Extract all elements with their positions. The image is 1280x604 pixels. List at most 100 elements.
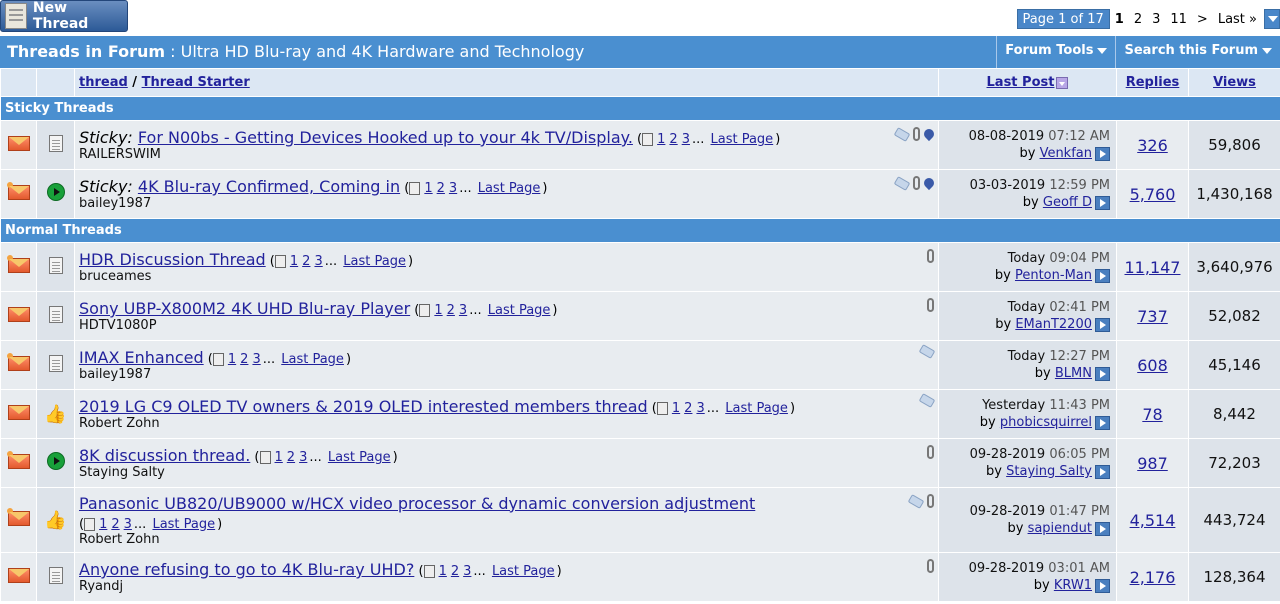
- go-to-last-post-icon[interactable]: [1095, 366, 1110, 381]
- last-post-user-link[interactable]: phobicsquirrel: [1000, 415, 1092, 430]
- thread-page-link[interactable]: 2: [111, 517, 119, 532]
- thread-page-link[interactable]: 1: [439, 564, 447, 579]
- last-post-user-link[interactable]: EManT2200: [1015, 317, 1092, 332]
- last-post-user-link[interactable]: KRW1: [1054, 578, 1092, 593]
- thread-page-link[interactable]: 3: [459, 303, 467, 318]
- last-post-user-link[interactable]: Venkfan: [1040, 146, 1092, 161]
- thread-last-page-link[interactable]: Last Page: [725, 401, 788, 416]
- page-link-11[interactable]: 11: [1165, 12, 1192, 27]
- thread-page-link[interactable]: 2: [451, 564, 459, 579]
- last-page-link[interactable]: Last »: [1213, 12, 1262, 27]
- thread-page-link[interactable]: 1: [99, 517, 107, 532]
- replies-link[interactable]: 2,176: [1130, 568, 1176, 587]
- thread-title-link[interactable]: IMAX Enhanced: [79, 348, 204, 367]
- page-link-1[interactable]: 1: [1110, 12, 1129, 27]
- thread-page-link[interactable]: 3: [299, 450, 307, 465]
- go-to-last-post-icon[interactable]: [1095, 415, 1110, 430]
- thread-title-link[interactable]: Panasonic UB820/UB9000 w/HCX video proce…: [79, 494, 755, 513]
- replies-link[interactable]: 326: [1137, 136, 1168, 155]
- thread-page-link[interactable]: 1: [657, 132, 665, 147]
- go-to-last-post-icon[interactable]: [1095, 578, 1110, 593]
- last-post-cell: 09-28-2019 01:47 PM by sapiendut: [938, 487, 1117, 553]
- page-jump-dropdown-icon[interactable]: [1264, 9, 1280, 29]
- thread-page-link[interactable]: 1: [672, 401, 680, 416]
- thread-last-page-link[interactable]: Last Page: [328, 450, 391, 465]
- replies-link[interactable]: 4,514: [1130, 511, 1176, 530]
- sort-thread-link[interactable]: thread: [79, 75, 128, 90]
- thread-title-link[interactable]: 4K Blu-ray Confirmed, Coming in: [138, 177, 400, 196]
- sort-last-post-link[interactable]: Last Post: [987, 75, 1055, 90]
- thread-page-link[interactable]: 3: [124, 517, 132, 532]
- last-post-user-link[interactable]: sapiendut: [1028, 521, 1092, 536]
- go-to-last-post-icon[interactable]: [1095, 464, 1110, 479]
- arrow-right-icon: [46, 452, 65, 470]
- thread-page-link[interactable]: 1: [228, 352, 236, 367]
- last-post-time: 02:41 PM: [1049, 300, 1110, 315]
- go-to-last-post-icon[interactable]: [1095, 146, 1110, 161]
- thread-title-link[interactable]: HDR Discussion Thread: [79, 250, 266, 269]
- thread-page-link[interactable]: 2: [684, 401, 692, 416]
- replies-link[interactable]: 78: [1142, 405, 1162, 424]
- thread-page-link[interactable]: 3: [682, 132, 690, 147]
- page-link-2[interactable]: 2: [1129, 12, 1147, 27]
- thread-page-link[interactable]: 1: [290, 254, 298, 269]
- thread-last-page-link[interactable]: Last Page: [478, 181, 541, 196]
- views-cell: 52,082: [1188, 291, 1280, 341]
- thread-page-link[interactable]: 1: [275, 450, 283, 465]
- replies-link[interactable]: 737: [1137, 307, 1168, 326]
- thread-page-link[interactable]: 1: [424, 181, 432, 196]
- thread-title-link[interactable]: Sony UBP-X800M2 4K UHD Blu-ray Player: [79, 299, 410, 318]
- replies-link[interactable]: 987: [1137, 454, 1168, 473]
- thread-page-link[interactable]: 2: [437, 181, 445, 196]
- hot-thread-envelope-icon: [6, 507, 30, 526]
- go-to-last-post-icon[interactable]: [1095, 317, 1110, 332]
- sort-views-link[interactable]: Views: [1213, 75, 1256, 90]
- search-forum-menu[interactable]: Search this Forum: [1115, 36, 1280, 68]
- thread-page-link[interactable]: 3: [696, 401, 704, 416]
- thread-page-link[interactable]: 1: [434, 303, 442, 318]
- thread-page-link[interactable]: 3: [463, 564, 471, 579]
- go-to-last-post-icon[interactable]: [1095, 268, 1110, 283]
- thread-page-link[interactable]: 3: [449, 181, 457, 196]
- thread-last-page-link[interactable]: Last Page: [152, 517, 215, 532]
- replies-link[interactable]: 11,147: [1125, 258, 1181, 277]
- thread-last-page-link[interactable]: Last Page: [488, 303, 551, 318]
- last-post-time: 09:04 PM: [1049, 251, 1110, 266]
- thread-last-page-link[interactable]: Last Page: [492, 564, 555, 579]
- new-thread-button[interactable]: New Thread: [0, 0, 128, 32]
- thread-page-link[interactable]: 3: [314, 254, 322, 269]
- thread-last-page-link[interactable]: Last Page: [343, 254, 406, 269]
- last-post-user-link[interactable]: BLMN: [1055, 366, 1092, 381]
- thread-row: Sticky: For N00bs - Getting Devices Hook…: [0, 120, 1280, 170]
- last-post-user-link[interactable]: Penton-Man: [1015, 268, 1092, 283]
- thread-title-link[interactable]: For N00bs - Getting Devices Hooked up to…: [138, 128, 633, 147]
- thread-status-cell: [0, 438, 37, 488]
- thread-last-page-link[interactable]: Last Page: [281, 352, 344, 367]
- thread-page-link[interactable]: 2: [302, 254, 310, 269]
- last-post-user-link[interactable]: Geoff D: [1043, 195, 1092, 210]
- forum-tools-menu[interactable]: Forum Tools: [996, 36, 1115, 68]
- thread-page-link[interactable]: 3: [252, 352, 260, 367]
- thread-page-link[interactable]: 2: [287, 450, 295, 465]
- sort-replies-link[interactable]: Replies: [1126, 75, 1180, 90]
- go-to-last-post-icon[interactable]: [1095, 195, 1110, 210]
- go-to-last-post-icon[interactable]: [1095, 521, 1110, 536]
- thread-page-link[interactable]: 2: [240, 352, 248, 367]
- replies-link[interactable]: 608: [1137, 356, 1168, 375]
- thread-title-link[interactable]: 8K discussion thread.: [79, 446, 250, 465]
- paperclip-icon: [927, 298, 934, 312]
- replies-link[interactable]: 5,760: [1130, 185, 1176, 204]
- last-post-date: 08-08-2019: [968, 129, 1045, 144]
- thread-last-page-link[interactable]: Last Page: [711, 132, 774, 147]
- page-link-3[interactable]: 3: [1147, 12, 1165, 27]
- last-post-user-link[interactable]: Staying Salty: [1006, 464, 1092, 479]
- sort-desc-icon[interactable]: [1056, 76, 1069, 89]
- sort-thread-starter-link[interactable]: Thread Starter: [142, 75, 250, 90]
- thread-page-link[interactable]: 2: [447, 303, 455, 318]
- thread-title-link[interactable]: Anyone refusing to go to 4K Blu-ray UHD?: [79, 560, 414, 579]
- thread-title-link[interactable]: 2019 LG C9 OLED TV owners & 2019 OLED in…: [79, 397, 648, 416]
- views-cell: 1,430,168: [1188, 169, 1280, 219]
- thread-page-link[interactable]: 2: [669, 132, 677, 147]
- next-page-link[interactable]: >: [1192, 12, 1213, 27]
- thread-title-cell: Sticky: 4K Blu-ray Confirmed, Coming in …: [74, 169, 939, 219]
